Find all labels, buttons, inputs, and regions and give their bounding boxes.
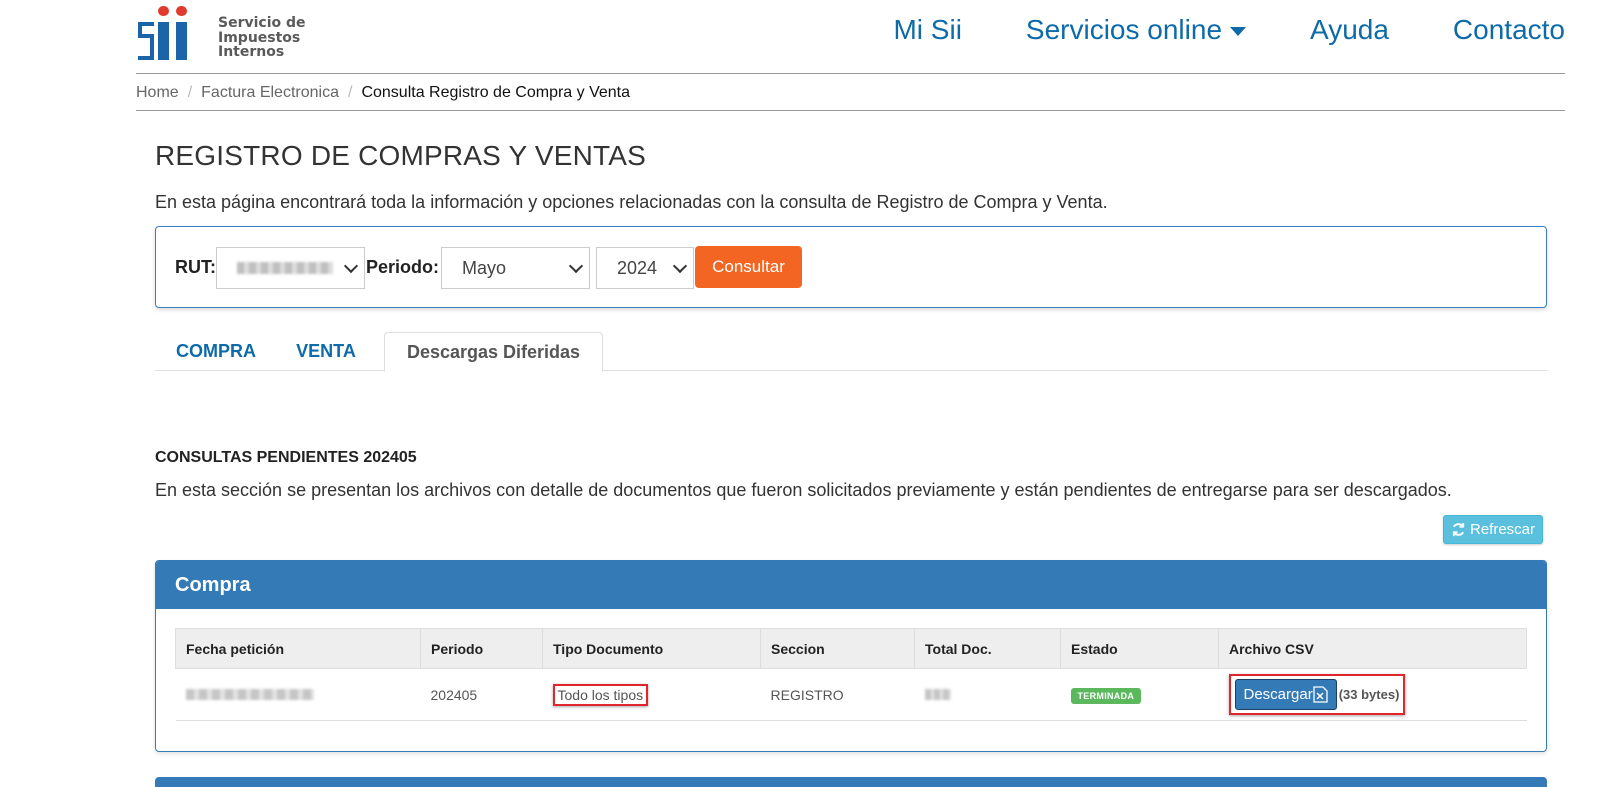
status-badge: TERMINADA: [1070, 687, 1142, 704]
caret-down-icon: [1230, 26, 1247, 36]
nav-contacto[interactable]: Contacto: [1453, 14, 1565, 46]
col-seccion: Seccion: [760, 628, 915, 669]
tab-venta[interactable]: VENTA: [277, 332, 375, 371]
pendientes-description: En esta sección se presentan los archivo…: [155, 480, 1452, 500]
periodo-label: Periodo:: [366, 257, 440, 277]
col-estado: Estado: [1060, 628, 1219, 669]
tab-descargas-diferidas[interactable]: Descargas Diferidas: [384, 332, 603, 372]
breadcrumb: Home / Factura Electronica / Consulta Re…: [136, 75, 1565, 111]
chevron-down-icon: [343, 258, 359, 274]
col-total-doc: Total Doc.: [914, 628, 1061, 669]
cell-archivo-csv: Descargar (33 bytes): [1218, 668, 1527, 721]
cell-estado: TERMINADA: [1060, 668, 1219, 721]
consultar-button[interactable]: Consultar: [695, 246, 802, 288]
cell-total-doc: [914, 668, 1061, 721]
rut-select[interactable]: [216, 247, 365, 289]
main-nav: Mi Sii Servicios online Ayuda Contacto: [829, 14, 1565, 46]
cell-tipo-documento: Todo los tipos: [542, 668, 761, 721]
chevron-down-icon: [568, 258, 584, 274]
compra-panel: Compra Fecha petición Periodo Tipo Docum…: [155, 560, 1547, 752]
refrescar-button[interactable]: Refrescar: [1443, 515, 1543, 544]
cell-periodo: 202405: [420, 668, 543, 721]
tipo-documento-highlight: Todo los tipos: [552, 683, 649, 706]
venta-panel-header: [155, 777, 1547, 787]
descargar-label: Descargar: [1243, 686, 1313, 703]
excel-file-icon: [1313, 686, 1328, 703]
filter-box: RUT: Periodo: Mayo 2024 Consultar: [155, 226, 1547, 308]
tabs: COMPRA VENTA Descargas Diferidas: [155, 332, 1547, 372]
table-header-row: Fecha petición Periodo Tipo Documento Se…: [175, 628, 1527, 669]
col-periodo: Periodo: [420, 628, 543, 669]
rut-value-redacted: [237, 262, 333, 274]
breadcrumb-current: Consulta Registro de Compra y Venta: [361, 83, 631, 101]
breadcrumb-factura[interactable]: Factura Electronica: [201, 84, 339, 102]
pendientes-title: CONSULTAS PENDIENTES 202405: [155, 449, 417, 466]
page-description: En esta página encontrará toda la inform…: [155, 192, 1108, 212]
breadcrumb-separator: /: [187, 83, 193, 101]
year-select[interactable]: 2024: [596, 247, 694, 289]
cell-fecha-peticion: [175, 668, 421, 721]
year-value: 2024: [617, 257, 658, 278]
month-value: Mayo: [462, 257, 507, 278]
col-archivo-csv: Archivo CSV: [1218, 628, 1527, 669]
refresh-icon: [1452, 522, 1465, 537]
fecha-redacted: [185, 688, 314, 700]
file-size: (33 bytes): [1338, 687, 1400, 702]
nav-servicios-online[interactable]: Servicios online: [1025, 14, 1247, 46]
pendientes-table: Fecha petición Periodo Tipo Documento Se…: [175, 628, 1527, 721]
month-select[interactable]: Mayo: [441, 247, 590, 289]
nav-ayuda[interactable]: Ayuda: [1310, 14, 1389, 46]
cell-seccion: REGISTRO: [760, 668, 915, 721]
descargar-highlight: Descargar (33 bytes): [1228, 674, 1406, 715]
breadcrumb-separator: /: [347, 83, 353, 101]
logo-text: Servicio de Impuestos Internos: [218, 15, 306, 60]
refrescar-label: Refrescar: [1469, 521, 1536, 538]
nav-servicios-label: Servicios online: [1025, 14, 1223, 45]
total-redacted: [924, 688, 951, 700]
col-fecha-peticion: Fecha petición: [175, 628, 421, 669]
site-header: Servicio de Impuestos Internos Mi Sii Se…: [136, 0, 1565, 74]
chevron-down-icon: [672, 258, 688, 274]
col-tipo-documento: Tipo Documento: [542, 628, 761, 669]
breadcrumb-home[interactable]: Home: [136, 84, 179, 102]
rut-label: RUT:: [175, 257, 216, 277]
panel-title: Compra: [156, 561, 1546, 609]
table-row: 202405 Todo los tipos REGISTRO TERMINADA…: [175, 668, 1527, 721]
sii-logo-icon: [138, 6, 187, 60]
sii-logo[interactable]: Servicio de Impuestos Internos: [136, 4, 316, 66]
tab-compra[interactable]: COMPRA: [155, 332, 277, 371]
nav-mi-sii[interactable]: Mi Sii: [893, 14, 961, 46]
page-title: REGISTRO DE COMPRAS Y VENTAS: [155, 140, 647, 171]
descargar-button[interactable]: Descargar: [1234, 679, 1337, 710]
